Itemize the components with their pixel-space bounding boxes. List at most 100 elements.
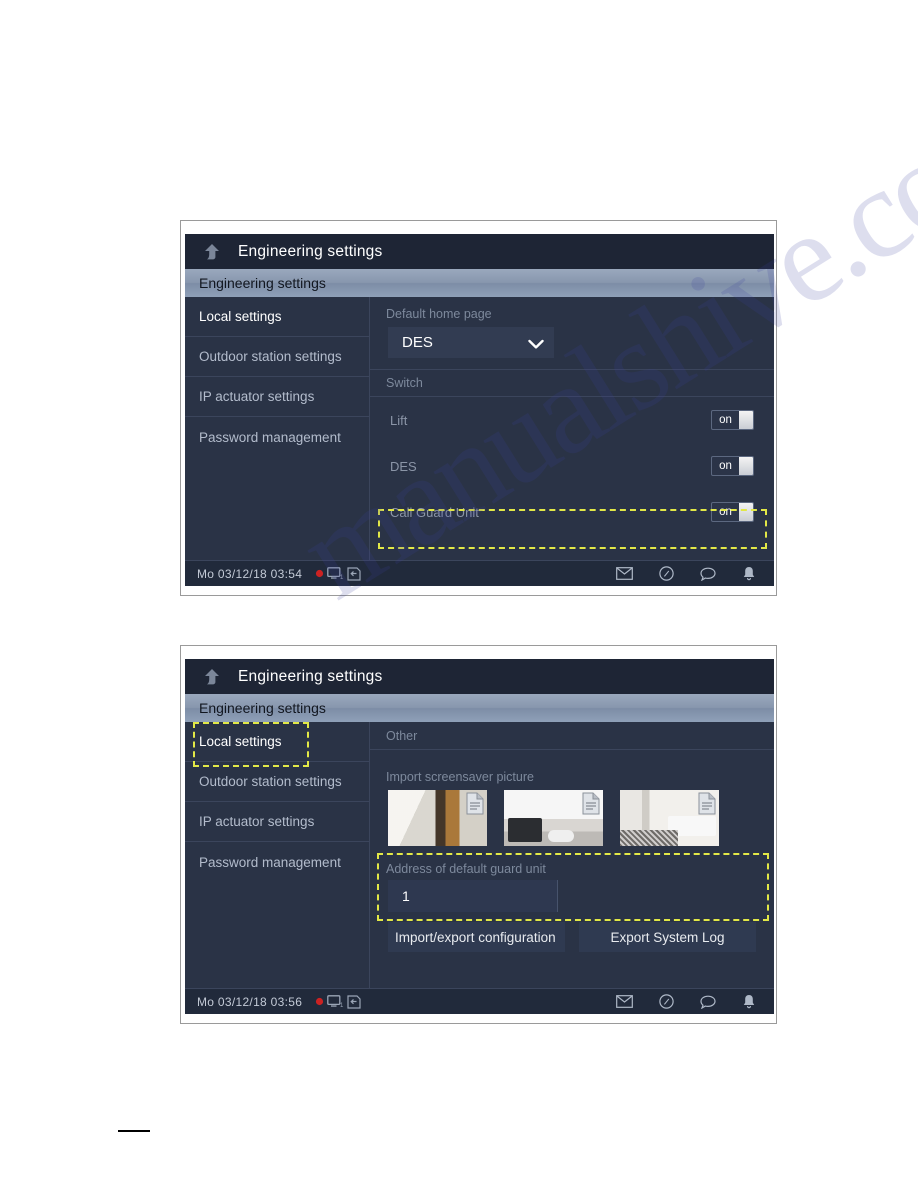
message-icon[interactable] <box>700 567 716 581</box>
sidebar-item-password-management[interactable]: Password management <box>185 842 369 882</box>
breadcrumb-label-1: Engineering settings <box>199 275 326 291</box>
mail-icon[interactable] <box>616 995 633 1008</box>
section-switch-label: Switch <box>386 376 423 390</box>
statusbar-left-icons-1: 1 <box>315 566 361 581</box>
edit-document-icon[interactable] <box>465 792 485 815</box>
status-datetime-2: Mo 03/12/18 03:56 <box>197 994 303 1009</box>
door-release-icon <box>347 994 361 1009</box>
toggle-state-label: on <box>719 414 732 426</box>
default-home-page-select[interactable]: DES <box>388 327 554 358</box>
statusbar-right-1 <box>616 566 760 581</box>
figure-panel-2: Engineering settings Engineering setting… <box>180 645 777 1024</box>
switch-label-lift: Lift <box>390 412 408 428</box>
breadcrumb-2: Engineering settings <box>185 694 774 722</box>
back-arrow-icon[interactable] <box>201 666 223 688</box>
section-other-label: Other <box>386 728 418 743</box>
chevron-down-icon <box>528 337 544 349</box>
switch-row-lift: Lift on <box>370 397 774 443</box>
toggle-state-label: on <box>719 506 732 518</box>
import-screensaver-label: Import screensaver picture <box>386 770 534 784</box>
statusbar-left-1: Mo 03/12/18 03:54 1 <box>197 567 361 581</box>
bell-icon[interactable] <box>742 994 756 1009</box>
svg-text:1: 1 <box>340 1003 344 1009</box>
breadcrumb-1: Engineering settings <box>185 269 774 297</box>
default-home-page-label: Default home page <box>386 307 492 321</box>
sidebar-item-outdoor-station-settings[interactable]: Outdoor station settings <box>185 337 369 377</box>
mail-icon[interactable] <box>616 567 633 580</box>
switch-label-call-guard-unit: Call Guard Unit <box>390 504 479 520</box>
sidebar-item-local-settings[interactable]: Local settings <box>185 722 369 762</box>
body-split-1: Local settings Outdoor station settings … <box>185 297 774 560</box>
guard-unit-address-input[interactable]: 1 <box>388 880 558 912</box>
import-export-configuration-button[interactable]: Import/export configuration <box>388 922 565 952</box>
figure-panel-1: Engineering settings Engineering setting… <box>180 220 777 596</box>
sidebar-item-label: IP actuator settings <box>199 814 315 829</box>
titlebar-2: Engineering settings <box>185 659 774 694</box>
sidebar-item-password-management[interactable]: Password management <box>185 417 369 457</box>
back-arrow-icon[interactable] <box>201 241 223 263</box>
message-icon[interactable] <box>700 995 716 1009</box>
guard-unit-address-value: 1 <box>402 888 410 904</box>
toggle-call-guard-unit[interactable]: on <box>711 502 754 522</box>
sidebar-item-label: Local settings <box>199 309 282 324</box>
content-panel-1: Default home page DES Switch Lift on DES… <box>370 297 774 560</box>
sidebar-item-label: Outdoor station settings <box>199 774 342 789</box>
toggle-knob <box>739 503 753 521</box>
monitor-icon: 1 <box>327 566 344 581</box>
switch-row-call-guard-unit: Call Guard Unit on <box>370 489 774 535</box>
screensaver-thumbnail-2[interactable] <box>504 790 603 846</box>
page-title-2: Engineering settings <box>238 667 383 685</box>
screensaver-thumbnail-3[interactable] <box>620 790 719 846</box>
edit-document-icon[interactable] <box>581 792 601 815</box>
door-release-icon <box>347 566 361 581</box>
action-button-row: Import/export configuration Export Syste… <box>370 912 774 952</box>
device-screen-1: Engineering settings Engineering setting… <box>185 234 774 586</box>
record-dot-icon <box>315 569 324 578</box>
body-split-2: Local settings Outdoor station settings … <box>185 722 774 988</box>
bell-icon[interactable] <box>742 566 756 581</box>
section-other-header: Other <box>370 722 774 750</box>
default-home-page-value: DES <box>402 334 433 351</box>
screensaver-thumbnail-row <box>370 784 774 846</box>
titlebar-1: Engineering settings <box>185 234 774 269</box>
sidebar-item-outdoor-station-settings[interactable]: Outdoor station settings <box>185 762 369 802</box>
breadcrumb-label-2: Engineering settings <box>199 700 326 716</box>
record-dot-icon <box>315 997 324 1006</box>
status-datetime-1: Mo 03/12/18 03:54 <box>197 566 303 581</box>
sidebar-item-ip-actuator-settings[interactable]: IP actuator settings <box>185 802 369 842</box>
page-footer-rule <box>118 1130 150 1132</box>
guard-unit-address-label: Address of default guard unit <box>386 862 546 876</box>
switch-label-des: DES <box>390 458 417 474</box>
screensaver-thumbnail-1[interactable] <box>388 790 487 846</box>
section-switch-header: Switch <box>370 369 774 397</box>
statusbar-2: Mo 03/12/18 03:56 1 <box>185 988 774 1014</box>
switch-row-des: DES on <box>370 443 774 489</box>
statusbar-1: Mo 03/12/18 03:54 1 <box>185 560 774 586</box>
page-title-1: Engineering settings <box>238 242 383 260</box>
history-clock-icon[interactable] <box>659 566 674 581</box>
sidebar-item-label: Password management <box>199 854 341 870</box>
statusbar-left-2: Mo 03/12/18 03:56 1 <box>197 995 361 1009</box>
sidebar-item-local-settings[interactable]: Local settings <box>185 297 369 337</box>
sidebar-item-ip-actuator-settings[interactable]: IP actuator settings <box>185 377 369 417</box>
sidebar-item-label: IP actuator settings <box>199 389 315 404</box>
svg-text:1: 1 <box>340 575 344 581</box>
content-panel-2: Other Import screensaver picture Address… <box>370 722 774 988</box>
sidebar-2: Local settings Outdoor station settings … <box>185 722 370 988</box>
monitor-icon: 1 <box>327 994 344 1009</box>
toggle-state-label: on <box>719 460 732 472</box>
sidebar-item-label: Outdoor station settings <box>199 349 342 364</box>
toggle-lift[interactable]: on <box>711 410 754 430</box>
sidebar-item-label: Password management <box>199 429 341 445</box>
edit-document-icon[interactable] <box>697 792 717 815</box>
device-screen-2: Engineering settings Engineering setting… <box>185 659 774 1014</box>
statusbar-left-icons-2: 1 <box>315 994 361 1009</box>
toggle-knob <box>739 411 753 429</box>
export-system-log-button[interactable]: Export System Log <box>579 922 756 952</box>
sidebar-item-label: Local settings <box>199 734 282 749</box>
toggle-knob <box>739 457 753 475</box>
history-clock-icon[interactable] <box>659 994 674 1009</box>
sidebar-1: Local settings Outdoor station settings … <box>185 297 370 560</box>
toggle-des[interactable]: on <box>711 456 754 476</box>
statusbar-right-2 <box>616 994 760 1009</box>
